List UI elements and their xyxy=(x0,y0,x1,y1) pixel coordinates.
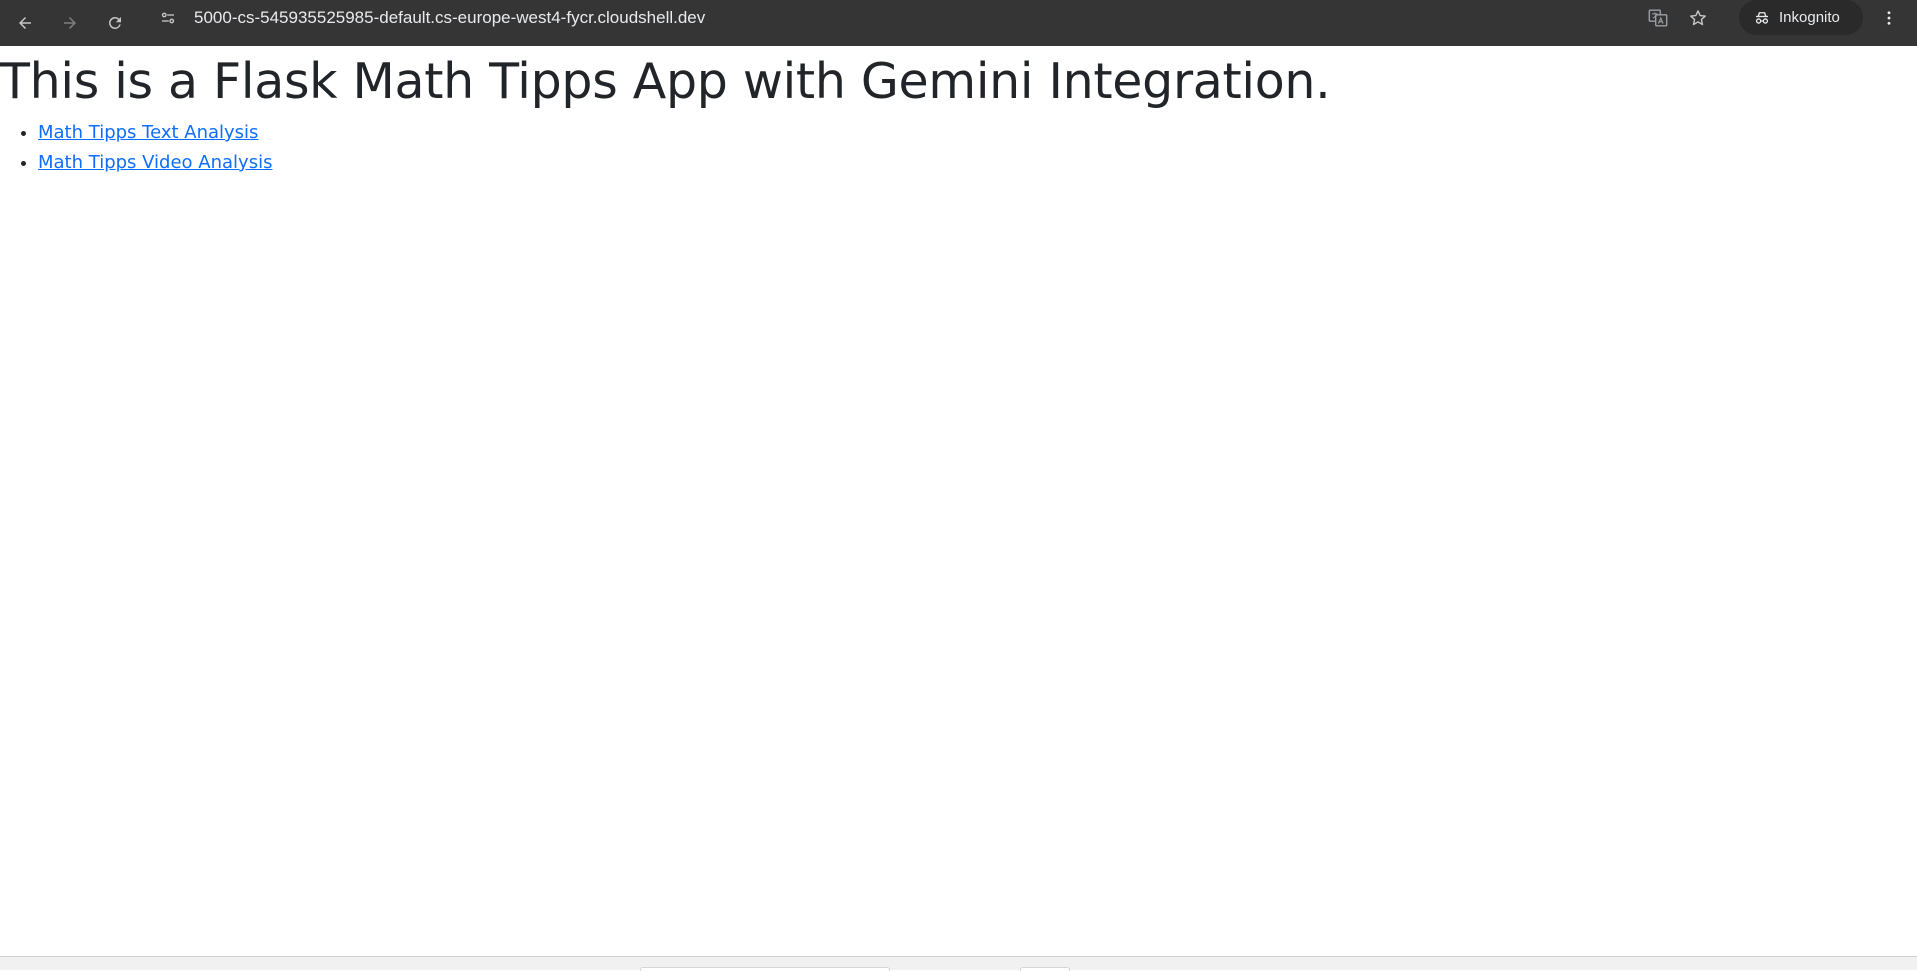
link-list: Math Tipps Text Analysis Math Tipps Vide… xyxy=(0,118,272,178)
bookmark-button[interactable] xyxy=(1682,2,1714,34)
incognito-icon xyxy=(1755,11,1769,24)
incognito-indicator[interactable]: Inkognito xyxy=(1739,0,1863,35)
reload-button[interactable] xyxy=(97,5,133,41)
url-text[interactable]: 5000-cs-545935525985-default.cs-europe-w… xyxy=(194,2,705,34)
kebab-menu-icon xyxy=(1887,11,1891,25)
page-title: This is a Flask Math Tipps App with Gemi… xyxy=(0,53,1331,110)
reload-icon xyxy=(108,16,121,29)
site-info-button[interactable] xyxy=(150,2,186,34)
back-button[interactable] xyxy=(7,5,43,41)
bottom-bar xyxy=(0,956,1917,971)
browser-menu-button[interactable] xyxy=(1873,2,1905,34)
address-bar[interactable]: 5000-cs-545935525985-default.cs-europe-w… xyxy=(150,2,1730,34)
text-analysis-link[interactable]: Math Tipps Text Analysis xyxy=(38,122,258,143)
forward-button[interactable] xyxy=(52,5,88,41)
bottom-tab xyxy=(1020,967,1070,971)
translate-icon xyxy=(1648,9,1668,27)
list-item: Math Tipps Text Analysis xyxy=(38,118,272,148)
page-content: This is a Flask Math Tipps App with Gemi… xyxy=(0,46,1917,956)
incognito-label: Inkognito xyxy=(1779,9,1840,26)
video-analysis-link[interactable]: Math Tipps Video Analysis xyxy=(38,152,272,173)
list-item: Math Tipps Video Analysis xyxy=(38,148,272,178)
browser-toolbar: 5000-cs-545935525985-default.cs-europe-w… xyxy=(0,0,1917,46)
arrow-left-icon xyxy=(19,17,31,29)
tune-icon xyxy=(161,12,175,24)
star-icon xyxy=(1690,10,1706,26)
arrow-right-icon xyxy=(64,17,76,29)
translate-button[interactable] xyxy=(1642,2,1674,34)
bottom-tab xyxy=(640,967,890,971)
